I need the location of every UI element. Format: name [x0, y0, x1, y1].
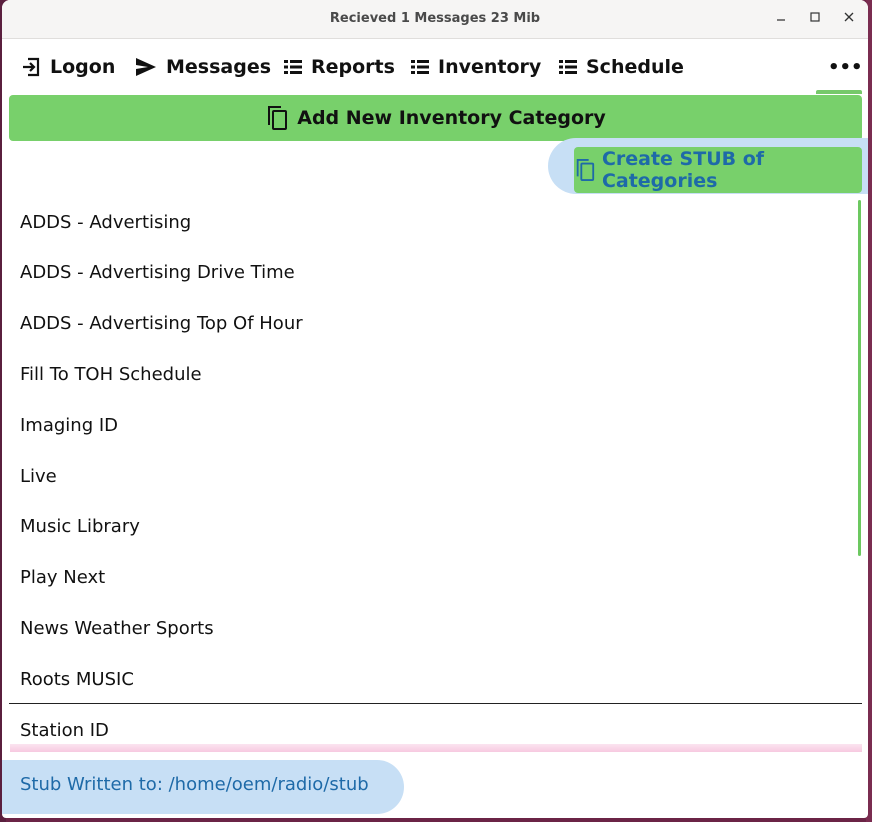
active-tab-indicator	[816, 90, 862, 94]
more-menu-button[interactable]: •••	[828, 52, 863, 82]
close-button[interactable]	[838, 8, 860, 30]
nav-logon-label: Logon	[50, 56, 116, 78]
maximize-button[interactable]	[804, 8, 826, 30]
nav-inventory-label: Inventory	[438, 56, 542, 78]
minimize-button[interactable]	[770, 8, 792, 30]
nav-messages-label: Messages	[166, 56, 272, 78]
copy-icon	[268, 106, 288, 130]
list-icon	[411, 60, 429, 74]
nav-reports[interactable]: Reports	[283, 52, 395, 82]
category-list: ADDS - Advertising ADDS - Advertising Dr…	[2, 197, 862, 747]
titlebar: Recieved 1 Messages 23 Mib	[2, 0, 868, 39]
nav-logon[interactable]: Logon	[20, 52, 115, 82]
list-icon	[559, 60, 577, 74]
nav-messages[interactable]: Messages	[134, 52, 271, 82]
list-scrollbar[interactable]	[858, 200, 861, 556]
list-item[interactable]: Play Next	[20, 558, 850, 598]
list-item[interactable]: Live	[20, 457, 850, 497]
list-item[interactable]: Roots MUSIC	[20, 660, 850, 700]
list-item[interactable]: Fill To TOH Schedule	[20, 355, 850, 395]
add-category-label: Add New Inventory Category	[297, 107, 606, 129]
send-icon	[136, 58, 156, 76]
minimize-icon	[777, 19, 785, 21]
list-item[interactable]: Imaging ID	[20, 406, 850, 446]
list-icon	[284, 60, 302, 74]
login-icon	[23, 57, 40, 77]
list-item[interactable]: Music Library	[20, 507, 850, 547]
list-item[interactable]: ADDS - Advertising Drive Time	[20, 253, 850, 293]
list-divider	[9, 703, 862, 704]
status-separator	[10, 744, 862, 752]
top-navigation: Logon Messages Reports Inventory Schedul…	[2, 44, 868, 90]
create-stub-label: Create STUB of Categories	[601, 148, 765, 192]
add-category-button[interactable]: Add New Inventory Category	[9, 95, 862, 141]
nav-schedule[interactable]: Schedule	[558, 52, 684, 82]
nav-schedule-label: Schedule	[586, 56, 684, 78]
copy-icon	[576, 159, 595, 181]
window-title: Recieved 1 Messages 23 Mib	[329, 11, 541, 26]
list-item[interactable]: ADDS - Advertising Top Of Hour	[20, 304, 850, 344]
list-item[interactable]: Station ID	[20, 711, 850, 747]
nav-inventory[interactable]: Inventory	[410, 52, 541, 82]
list-item[interactable]: ADDS - Advertising	[20, 203, 850, 243]
close-icon	[844, 12, 854, 22]
maximize-icon	[810, 12, 820, 22]
more-icon: •••	[828, 56, 863, 78]
status-message: Stub Written to: /home/oem/radio/stub	[20, 774, 369, 795]
nav-reports-label: Reports	[311, 56, 395, 78]
create-stub-button[interactable]: Create STUB of Categories	[574, 147, 862, 193]
app-window: Recieved 1 Messages 23 Mib Logon Message…	[2, 0, 868, 818]
list-item[interactable]: News Weather Sports	[20, 609, 850, 649]
